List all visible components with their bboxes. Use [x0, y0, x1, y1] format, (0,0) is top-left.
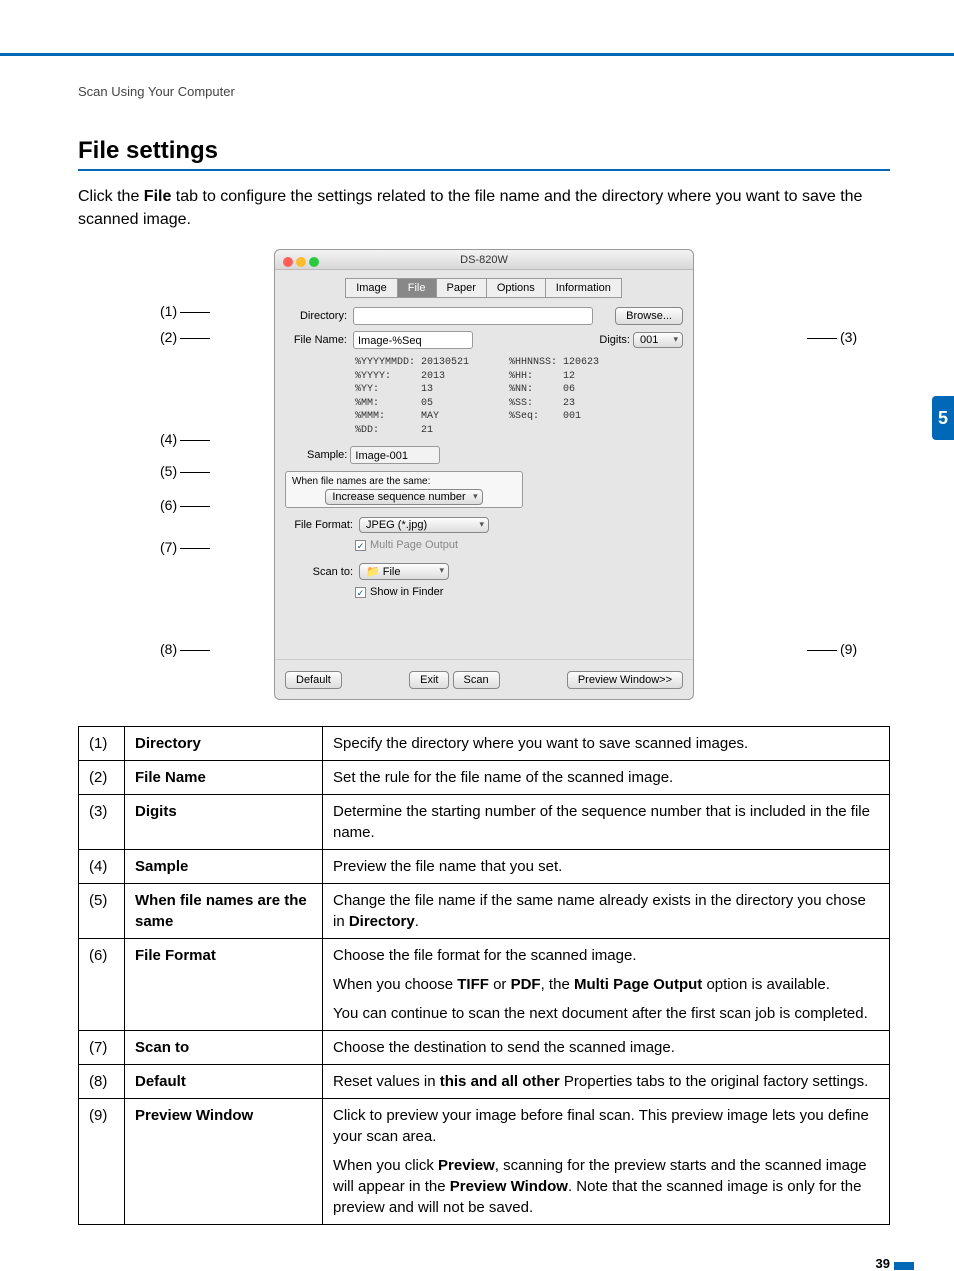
default-button[interactable]: Default	[285, 671, 342, 689]
tab-bar: ImageFilePaperOptionsInformation	[275, 270, 693, 304]
browse-button[interactable]: Browse...	[615, 307, 683, 325]
fileformat-select[interactable]: JPEG (*.jpg)	[359, 517, 489, 533]
row-filename: File Name: Image-%Seq Digits: 001	[275, 328, 693, 352]
callout-9: (9)	[840, 641, 857, 657]
row-sample: Sample: Image-001	[275, 443, 693, 467]
bottom-bar: Default Exit Scan Preview Window>>	[275, 659, 693, 699]
callout-6: (6)	[160, 497, 177, 513]
table-row: (2)File NameSet the rule for the file na…	[79, 761, 890, 795]
cell-key: Directory	[125, 727, 323, 761]
tab-paper[interactable]: Paper	[436, 278, 487, 298]
minimize-icon[interactable]	[296, 257, 306, 267]
same-name-box: When file names are the same: Increase s…	[285, 471, 523, 508]
page-number: 39	[876, 1256, 890, 1271]
tab-image[interactable]: Image	[345, 278, 398, 298]
screenshot-figure: (1) (2) (4) (5) (6) (7) (8) (3) (9) DS-8…	[224, 249, 744, 700]
filename-input[interactable]: Image-%Seq	[353, 331, 473, 349]
multi-page-checkbox[interactable]: ✓	[355, 540, 366, 551]
label-fileformat: File Format:	[285, 519, 353, 531]
row-directory: Directory: Browse...	[275, 304, 693, 328]
multi-page-label: Multi Page Output	[370, 539, 458, 551]
callout-2: (2)	[160, 329, 177, 345]
page-title: File settings	[78, 137, 890, 171]
intro-text-2: tab to configure the settings related to…	[78, 188, 862, 228]
callout-8: (8)	[160, 641, 177, 657]
scanto-select[interactable]: 📁 File	[359, 563, 449, 580]
format-codes: %YYYYMMDD: 20130521 %YYYY: 2013 %YY: 13 …	[275, 352, 693, 443]
top-accent-bar	[0, 0, 954, 56]
same-name-select[interactable]: Increase sequence number	[325, 489, 482, 505]
callout-5: (5)	[160, 463, 177, 479]
label-sample: Sample:	[307, 449, 347, 461]
preview-window-button[interactable]: Preview Window>>	[567, 671, 683, 689]
callout-3: (3)	[840, 329, 857, 345]
traffic-lights	[283, 254, 322, 274]
row-multi: ✓ Multi Page Output	[275, 536, 693, 554]
callout-1: (1)	[160, 303, 177, 319]
table-row: (4)SamplePreview the file name that you …	[79, 850, 890, 884]
show-in-finder-label: Show in Finder	[370, 586, 443, 598]
tab-options[interactable]: Options	[486, 278, 546, 298]
row-finder: ✓ Show in Finder	[275, 583, 693, 601]
codes-col-left: %YYYYMMDD: 20130521 %YYYY: 2013 %YY: 13 …	[355, 356, 469, 437]
intro-bold: File	[144, 188, 172, 205]
cell-desc: Specify the directory where you want to …	[323, 727, 890, 761]
titlebar: DS-820W	[275, 250, 693, 270]
table-row: (9)Preview Window Click to preview your …	[79, 1099, 890, 1225]
exit-button[interactable]: Exit	[409, 671, 449, 689]
callout-7: (7)	[160, 539, 177, 555]
table-row: (1)DirectorySpecify the directory where …	[79, 727, 890, 761]
reference-table: (1)DirectorySpecify the directory where …	[78, 726, 890, 1225]
table-row: (7)Scan toChoose the destination to send…	[79, 1031, 890, 1065]
intro-text: Click the	[78, 188, 144, 205]
close-icon[interactable]	[283, 257, 293, 267]
table-row: (3)DigitsDetermine the starting number o…	[79, 795, 890, 850]
label-scanto: Scan to:	[285, 566, 353, 578]
zoom-icon[interactable]	[309, 257, 319, 267]
table-row: (8)DefaultReset values in this and all o…	[79, 1065, 890, 1099]
page-body: Scan Using Your Computer File settings C…	[0, 56, 954, 1265]
cell-num: (1)	[79, 727, 125, 761]
table-row: (5)When file names are the sameChange th…	[79, 884, 890, 939]
breadcrumb: Scan Using Your Computer	[78, 84, 890, 99]
sample-output: Image-001	[350, 446, 440, 464]
row-scanto: Scan to: 📁 File	[275, 560, 693, 583]
label-directory: Directory:	[285, 310, 347, 322]
dialog-window: DS-820W ImageFilePaperOptionsInformation…	[274, 249, 694, 700]
row-fileformat: File Format: JPEG (*.jpg)	[275, 514, 693, 536]
tab-information[interactable]: Information	[545, 278, 622, 298]
label-digits: Digits:	[599, 334, 630, 346]
directory-input[interactable]	[353, 307, 593, 325]
label-filename: File Name:	[285, 334, 347, 346]
intro-paragraph: Click the File tab to configure the sett…	[78, 185, 890, 231]
tab-file[interactable]: File	[397, 278, 437, 298]
codes-col-right: %HHNNSS: 120623 %HH: 12 %NN: 06 %SS: 23 …	[509, 356, 599, 437]
window-title: DS-820W	[460, 254, 508, 266]
same-name-header: When file names are the same:	[292, 476, 516, 487]
show-in-finder-checkbox[interactable]: ✓	[355, 587, 366, 598]
table-row: (6)File Format Choose the file format fo…	[79, 939, 890, 1031]
digits-select[interactable]: 001	[633, 332, 683, 348]
callout-4: (4)	[160, 431, 177, 447]
scan-button[interactable]: Scan	[453, 671, 500, 689]
